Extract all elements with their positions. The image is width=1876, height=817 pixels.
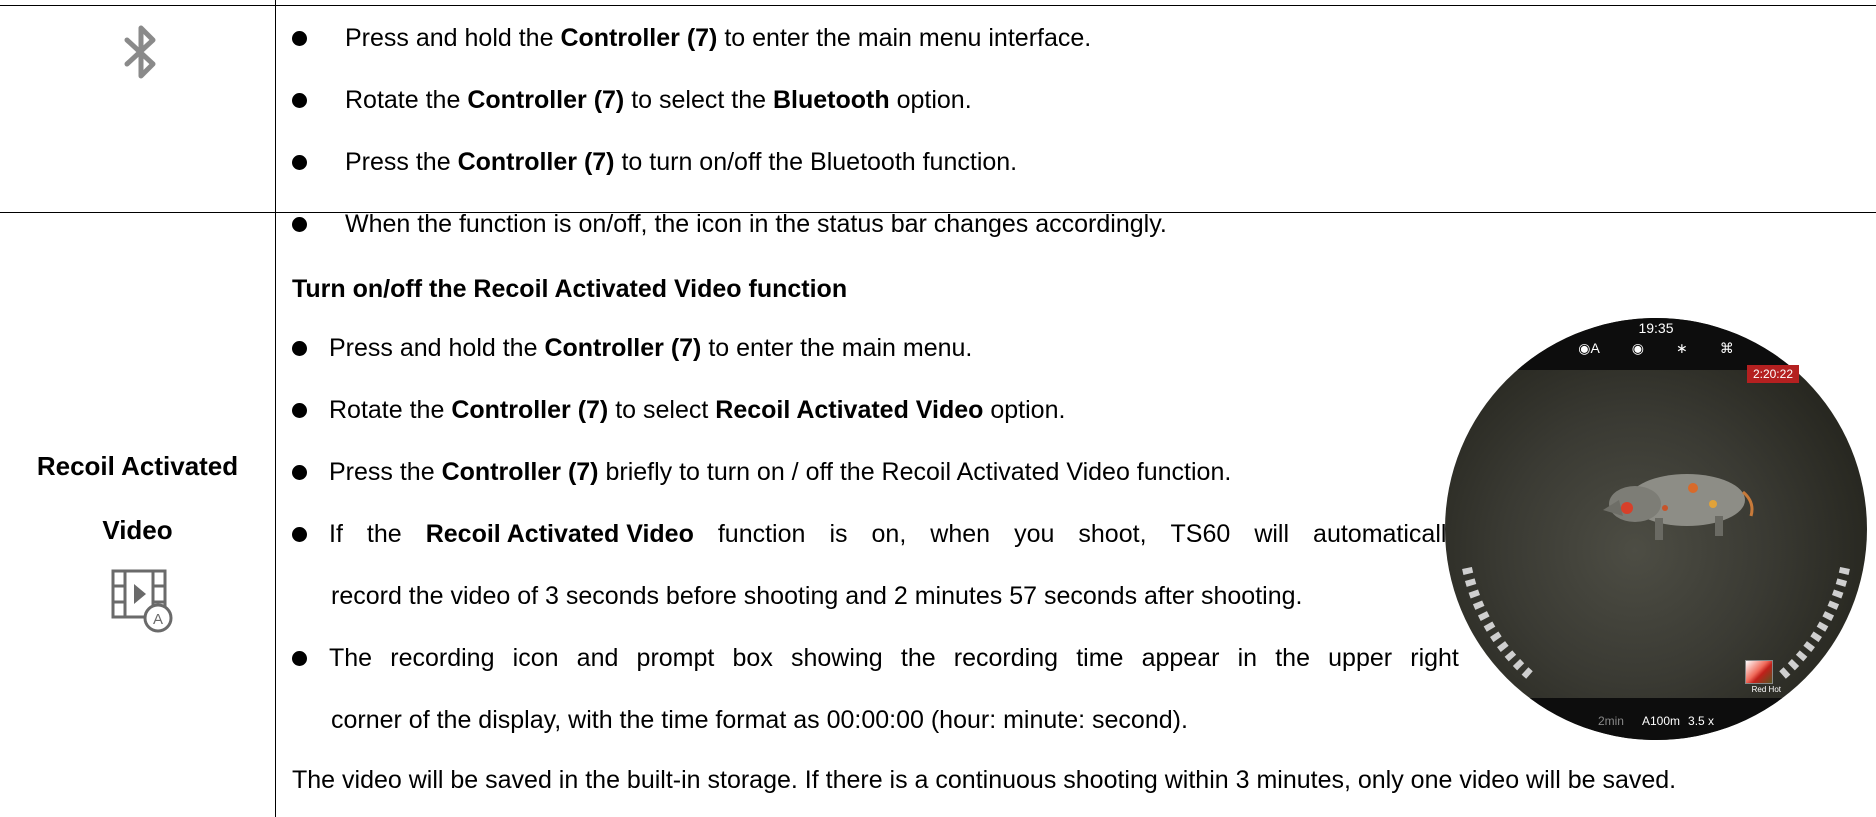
status-icons: ◉A ◉ ∗ ⌘ <box>1445 340 1867 357</box>
thermal-scope-screenshot: 19:35 ◉A ◉ ∗ ⌘ 2:20:22 Red Hot 2min A100m 3.5… <box>1445 318 1867 740</box>
row-label-line2: Video <box>102 515 173 545</box>
list-item: Press the Controller (7) to turn on/off … <box>292 131 1852 193</box>
bullet <box>292 650 307 666</box>
bluetooth-icon <box>124 25 156 79</box>
zoom-value: 3.5 x <box>1688 714 1715 728</box>
bullet <box>292 340 307 356</box>
section-heading: Turn on/off the Recoil Activated Video f… <box>292 274 848 303</box>
bullet <box>292 154 307 170</box>
list-item: Rotate the Controller (7) to select the … <box>292 69 1852 131</box>
bullet <box>292 526 307 542</box>
bullet <box>292 402 307 418</box>
rangefinder-value: A100m <box>1641 714 1681 728</box>
bluetooth-icon: ∗ <box>1676 340 1688 356</box>
note-text: The video will be saved in the built-in … <box>292 765 1677 794</box>
row-label-line1: Recoil Activated <box>36 451 239 481</box>
bluetooth-instructions: Press and hold the Controller (7) to ent… <box>292 0 1852 255</box>
recording-time-badge: 2:20:22 <box>1746 365 1799 383</box>
clock: 19:35 <box>1638 320 1674 336</box>
scope-view <box>1445 318 1867 740</box>
svg-text:A: A <box>153 611 163 628</box>
eye-icon: ◉ <box>1631 340 1645 356</box>
palette-icon <box>1745 660 1773 684</box>
auto-shutter-icon: ◉A <box>1578 340 1600 356</box>
justified-line: If the Recoil Activated Video function i… <box>329 519 1459 548</box>
bullet <box>292 30 307 46</box>
list-item: When the function is on/off, the icon in… <box>292 193 1852 255</box>
bullet <box>292 464 307 480</box>
auto-off-indicator: 2min <box>1597 714 1624 728</box>
column-divider <box>275 0 276 817</box>
bullet <box>292 92 307 108</box>
bottom-info: 2min A100m 3.5 x <box>1445 714 1867 728</box>
palette-label: Red Hot <box>1751 685 1781 694</box>
justified-line: The recording icon and prompt box showin… <box>329 643 1459 672</box>
list-item: Press and hold the Controller (7) to ent… <box>292 7 1852 69</box>
video-auto-icon: A <box>111 569 173 633</box>
bullet <box>292 216 307 232</box>
scope-edge-arcs <box>1462 566 1850 682</box>
wifi-icon: ⌘ <box>1719 340 1734 356</box>
